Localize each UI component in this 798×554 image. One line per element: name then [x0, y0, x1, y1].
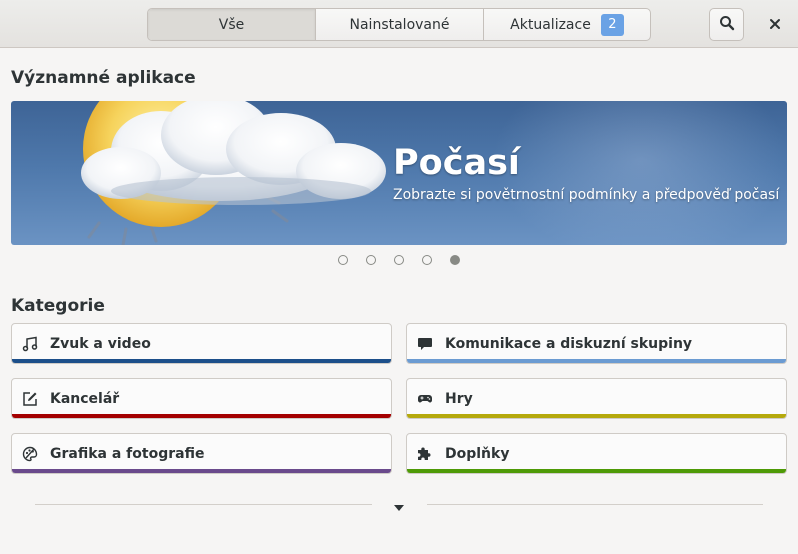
- category-color-bar: [12, 469, 391, 473]
- tab-installed-label: Nainstalované: [349, 16, 450, 33]
- category-office[interactable]: Kancelář: [11, 378, 392, 419]
- carousel-indicators: [338, 255, 460, 265]
- category-color-bar: [407, 359, 786, 363]
- categories-heading: Kategorie: [11, 296, 105, 316]
- category-addons[interactable]: Doplňky: [406, 433, 787, 474]
- category-label: Doplňky: [445, 445, 510, 462]
- category-color-bar: [407, 414, 786, 418]
- tab-all-label: Vše: [218, 16, 245, 33]
- chevron-down-icon: [394, 496, 404, 515]
- music-note-icon: [22, 336, 38, 352]
- puzzle-piece-icon: [417, 446, 433, 462]
- tab-updates[interactable]: Aktualizace 2: [484, 9, 650, 40]
- category-color-bar: [407, 469, 786, 473]
- gamepad-icon: [417, 391, 433, 407]
- category-color-bar: [12, 359, 391, 363]
- category-label: Hry: [445, 390, 473, 407]
- carousel-dot-4[interactable]: [422, 255, 432, 265]
- updates-count-badge: 2: [600, 13, 624, 36]
- featured-app-banner[interactable]: Počasí Zobrazte si povětrnostní podmínky…: [11, 101, 787, 245]
- carousel-dot-2[interactable]: [366, 255, 376, 265]
- search-button[interactable]: [709, 8, 744, 41]
- edit-document-icon: [22, 391, 38, 407]
- close-button[interactable]: [760, 8, 790, 41]
- category-color-bar: [12, 414, 391, 418]
- category-label: Komunikace a diskuzní skupiny: [445, 335, 693, 352]
- carousel-dot-3[interactable]: [394, 255, 404, 265]
- search-icon: [719, 15, 735, 35]
- category-graphics-photography[interactable]: Grafika a fotografie: [11, 433, 392, 474]
- tab-all[interactable]: Vše: [148, 9, 316, 40]
- tab-installed[interactable]: Nainstalované: [316, 9, 484, 40]
- close-icon: [769, 15, 781, 34]
- category-label: Zvuk a video: [50, 335, 151, 352]
- category-communication[interactable]: Komunikace a diskuzní skupiny: [406, 323, 787, 364]
- category-label: Kancelář: [50, 390, 120, 407]
- featured-heading: Významné aplikace: [11, 68, 196, 88]
- view-switcher: Vše Nainstalované Aktualizace 2: [147, 8, 651, 41]
- carousel-dot-5[interactable]: [450, 255, 460, 265]
- featured-app-name: Počasí: [393, 143, 520, 183]
- category-games[interactable]: Hry: [406, 378, 787, 419]
- featured-app-summary: Zobrazte si povětrnostní podmínky a před…: [393, 187, 780, 203]
- category-audio-video[interactable]: Zvuk a video: [11, 323, 392, 364]
- banner-glow: [491, 101, 787, 245]
- chat-bubble-icon: [417, 336, 433, 352]
- tab-updates-label: Aktualizace: [510, 16, 591, 33]
- weather-sun-cloud-icon: [81, 101, 386, 245]
- separator-right: [427, 504, 763, 505]
- show-more-button[interactable]: [392, 500, 406, 511]
- carousel-dot-1[interactable]: [338, 255, 348, 265]
- palette-icon: [22, 446, 38, 462]
- category-label: Grafika a fotografie: [50, 445, 205, 462]
- header-bar: Vše Nainstalované Aktualizace 2: [0, 0, 798, 48]
- separator-left: [35, 504, 372, 505]
